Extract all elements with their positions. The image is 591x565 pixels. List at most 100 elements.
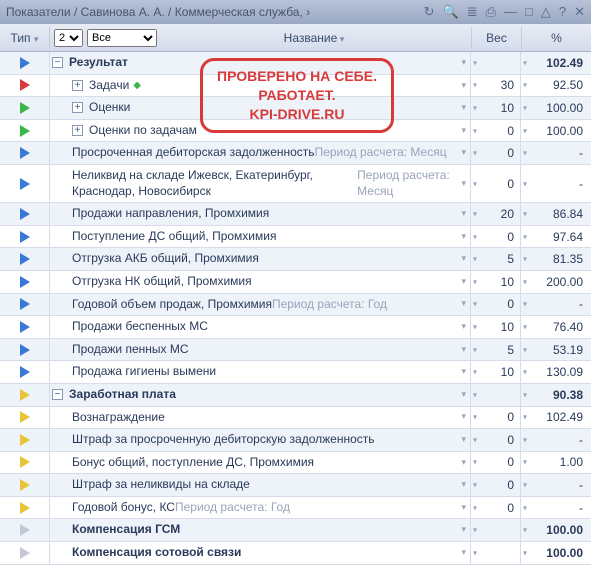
table-row[interactable]: Штраф за неликвиды на складе▾▾0▾- [0,474,591,497]
weight-cell[interactable]: ▾0 [471,142,521,164]
chevron-down-icon[interactable]: ▾ [455,231,466,243]
pct-cell[interactable]: ▾53.19 [521,339,591,361]
name-cell[interactable]: Компенсация ГСМ▾ [50,519,471,541]
weight-cell[interactable]: ▾ [471,384,521,406]
table-row[interactable]: Вознаграждение▾▾0▾102.49 [0,407,591,430]
pct-cell[interactable]: ▾76.40 [521,316,591,338]
expand-icon[interactable]: + [72,125,83,136]
pct-cell[interactable]: ▾200.00 [521,271,591,293]
table-row[interactable]: Продажи пенных МС▾▾5▾53.19 [0,339,591,362]
list-icon[interactable]: ≣ [467,4,478,20]
name-cell[interactable]: Продажи беспенных МС▾ [50,316,471,338]
table-row[interactable]: Годовой объем продаж, Промхимия Период р… [0,294,591,317]
weight-cell[interactable]: ▾5 [471,339,521,361]
pct-cell[interactable]: ▾100.00 [521,120,591,142]
chevron-down-icon[interactable]: ▾ [455,147,466,159]
table-row[interactable]: +Оценки▾▾10▾100.00 [0,97,591,120]
weight-cell[interactable]: ▾0 [471,474,521,496]
pct-cell[interactable]: ▾81.35 [521,248,591,270]
name-cell[interactable]: Штраф за неликвиды на складе▾ [50,474,471,496]
name-cell[interactable]: −Заработная плата▾ [50,384,471,406]
col-weight-header[interactable]: Вес [471,27,521,49]
name-cell[interactable]: Продажи направления, Промхимия▾ [50,203,471,225]
weight-cell[interactable]: ▾10 [471,97,521,119]
name-cell[interactable]: Отгрузка НК общий, Промхимия▾ [50,271,471,293]
weight-cell[interactable]: ▾0 [471,497,521,519]
name-cell[interactable]: Поступление ДС общий, Промхимия▾ [50,226,471,248]
name-cell[interactable]: Неликвид на складе Ижевск, Екатеринбург,… [50,165,471,202]
weight-cell[interactable]: ▾0 [471,429,521,451]
name-cell[interactable]: Годовой объем продаж, Промхимия Период р… [50,294,471,316]
name-cell[interactable]: Годовой бонус, КС Период расчета: Год▾ [50,497,471,519]
table-row[interactable]: +Задачи◆▾▾30▾92.50 [0,75,591,98]
weight-cell[interactable]: ▾ [471,542,521,564]
chevron-down-icon[interactable]: ▾ [455,208,466,220]
weight-cell[interactable]: ▾0 [471,165,521,202]
table-row[interactable]: Отгрузка НК общий, Промхимия▾▾10▾200.00 [0,271,591,294]
col-pct-header[interactable]: % [521,27,591,49]
chevron-down-icon[interactable]: ▾ [455,125,466,137]
pct-cell[interactable]: ▾- [521,142,591,164]
pct-cell[interactable]: ▾97.64 [521,226,591,248]
chevron-down-icon[interactable]: ▾ [455,411,466,423]
chevron-down-icon[interactable]: ▾ [455,80,466,92]
weight-cell[interactable]: ▾10 [471,316,521,338]
name-cell[interactable]: Просроченная дебиторская задолженность П… [50,142,471,164]
weight-cell[interactable]: ▾5 [471,248,521,270]
chevron-down-icon[interactable]: ▾ [455,321,466,333]
table-row[interactable]: Бонус общий, поступление ДС, Промхимия▾▾… [0,452,591,475]
collapse-icon[interactable]: − [52,389,63,400]
name-cell[interactable]: Продажа гигиены вымени▾ [50,361,471,383]
table-row[interactable]: Продажи беспенных МС▾▾10▾76.40 [0,316,591,339]
name-cell[interactable]: +Задачи◆▾ [50,75,471,97]
pct-cell[interactable]: ▾- [521,429,591,451]
expand-icon[interactable]: + [72,102,83,113]
table-row[interactable]: Отгрузка АКБ общий, Промхимия▾▾5▾81.35 [0,248,591,271]
chevron-down-icon[interactable]: ▾ [455,524,466,536]
table-row[interactable]: Просроченная дебиторская задолженность П… [0,142,591,165]
weight-cell[interactable]: ▾ [471,519,521,541]
table-row[interactable]: Штраф за просроченную дебиторскую задолж… [0,429,591,452]
chevron-down-icon[interactable]: ▾ [455,298,466,310]
chevron-down-icon[interactable]: ▾ [455,479,466,491]
weight-cell[interactable]: ▾0 [471,226,521,248]
weight-cell[interactable]: ▾0 [471,294,521,316]
chevron-down-icon[interactable]: ▾ [455,502,466,514]
weight-cell[interactable]: ▾ [471,52,521,74]
minimize-icon[interactable]: — [504,4,517,20]
pct-cell[interactable]: ▾100.00 [521,542,591,564]
weight-cell[interactable]: ▾0 [471,407,521,429]
chevron-down-icon[interactable]: ▾ [455,389,466,401]
refresh-icon[interactable]: ↻ [424,4,435,20]
name-cell[interactable]: +Оценки▾ [50,97,471,119]
name-cell[interactable]: Штраф за просроченную дебиторскую задолж… [50,429,471,451]
filter-select-2[interactable]: Все [87,29,157,47]
table-row[interactable]: Годовой бонус, КС Период расчета: Год▾▾0… [0,497,591,520]
col-name-header[interactable]: Название [157,27,471,49]
weight-cell[interactable]: ▾30 [471,75,521,97]
name-cell[interactable]: −Результат▾ [50,52,471,74]
name-cell[interactable]: Отгрузка АКБ общий, Промхимия▾ [50,248,471,270]
table-row[interactable]: Неликвид на складе Ижевск, Екатеринбург,… [0,165,591,203]
collapse-icon[interactable]: − [52,57,63,68]
table-row[interactable]: Поступление ДС общий, Промхимия▾▾0▾97.64 [0,226,591,249]
weight-cell[interactable]: ▾0 [471,120,521,142]
pct-cell[interactable]: ▾- [521,497,591,519]
pct-cell[interactable]: ▾- [521,474,591,496]
pct-cell[interactable]: ▾130.09 [521,361,591,383]
pct-cell[interactable]: ▾1.00 [521,452,591,474]
weight-cell[interactable]: ▾10 [471,271,521,293]
chevron-down-icon[interactable]: ▾ [455,57,466,69]
name-cell[interactable]: Вознаграждение▾ [50,407,471,429]
name-cell[interactable]: +Оценки по задачам▾ [50,120,471,142]
weight-cell[interactable]: ▾0 [471,452,521,474]
pct-cell[interactable]: ▾86.84 [521,203,591,225]
chevron-down-icon[interactable]: ▾ [455,253,466,265]
name-cell[interactable]: Компенсация сотовой связи▾ [50,542,471,564]
table-row[interactable]: Компенсация ГСМ▾▾▾100.00 [0,519,591,542]
chevron-down-icon[interactable]: ▾ [455,547,466,559]
breadcrumb[interactable]: Показатели / Савинова А. А. / Коммерческ… [6,5,424,19]
chevron-down-icon[interactable]: ▾ [455,434,466,446]
table-row[interactable]: Продажа гигиены вымени▾▾10▾130.09 [0,361,591,384]
close-icon[interactable]: ✕ [574,4,585,20]
